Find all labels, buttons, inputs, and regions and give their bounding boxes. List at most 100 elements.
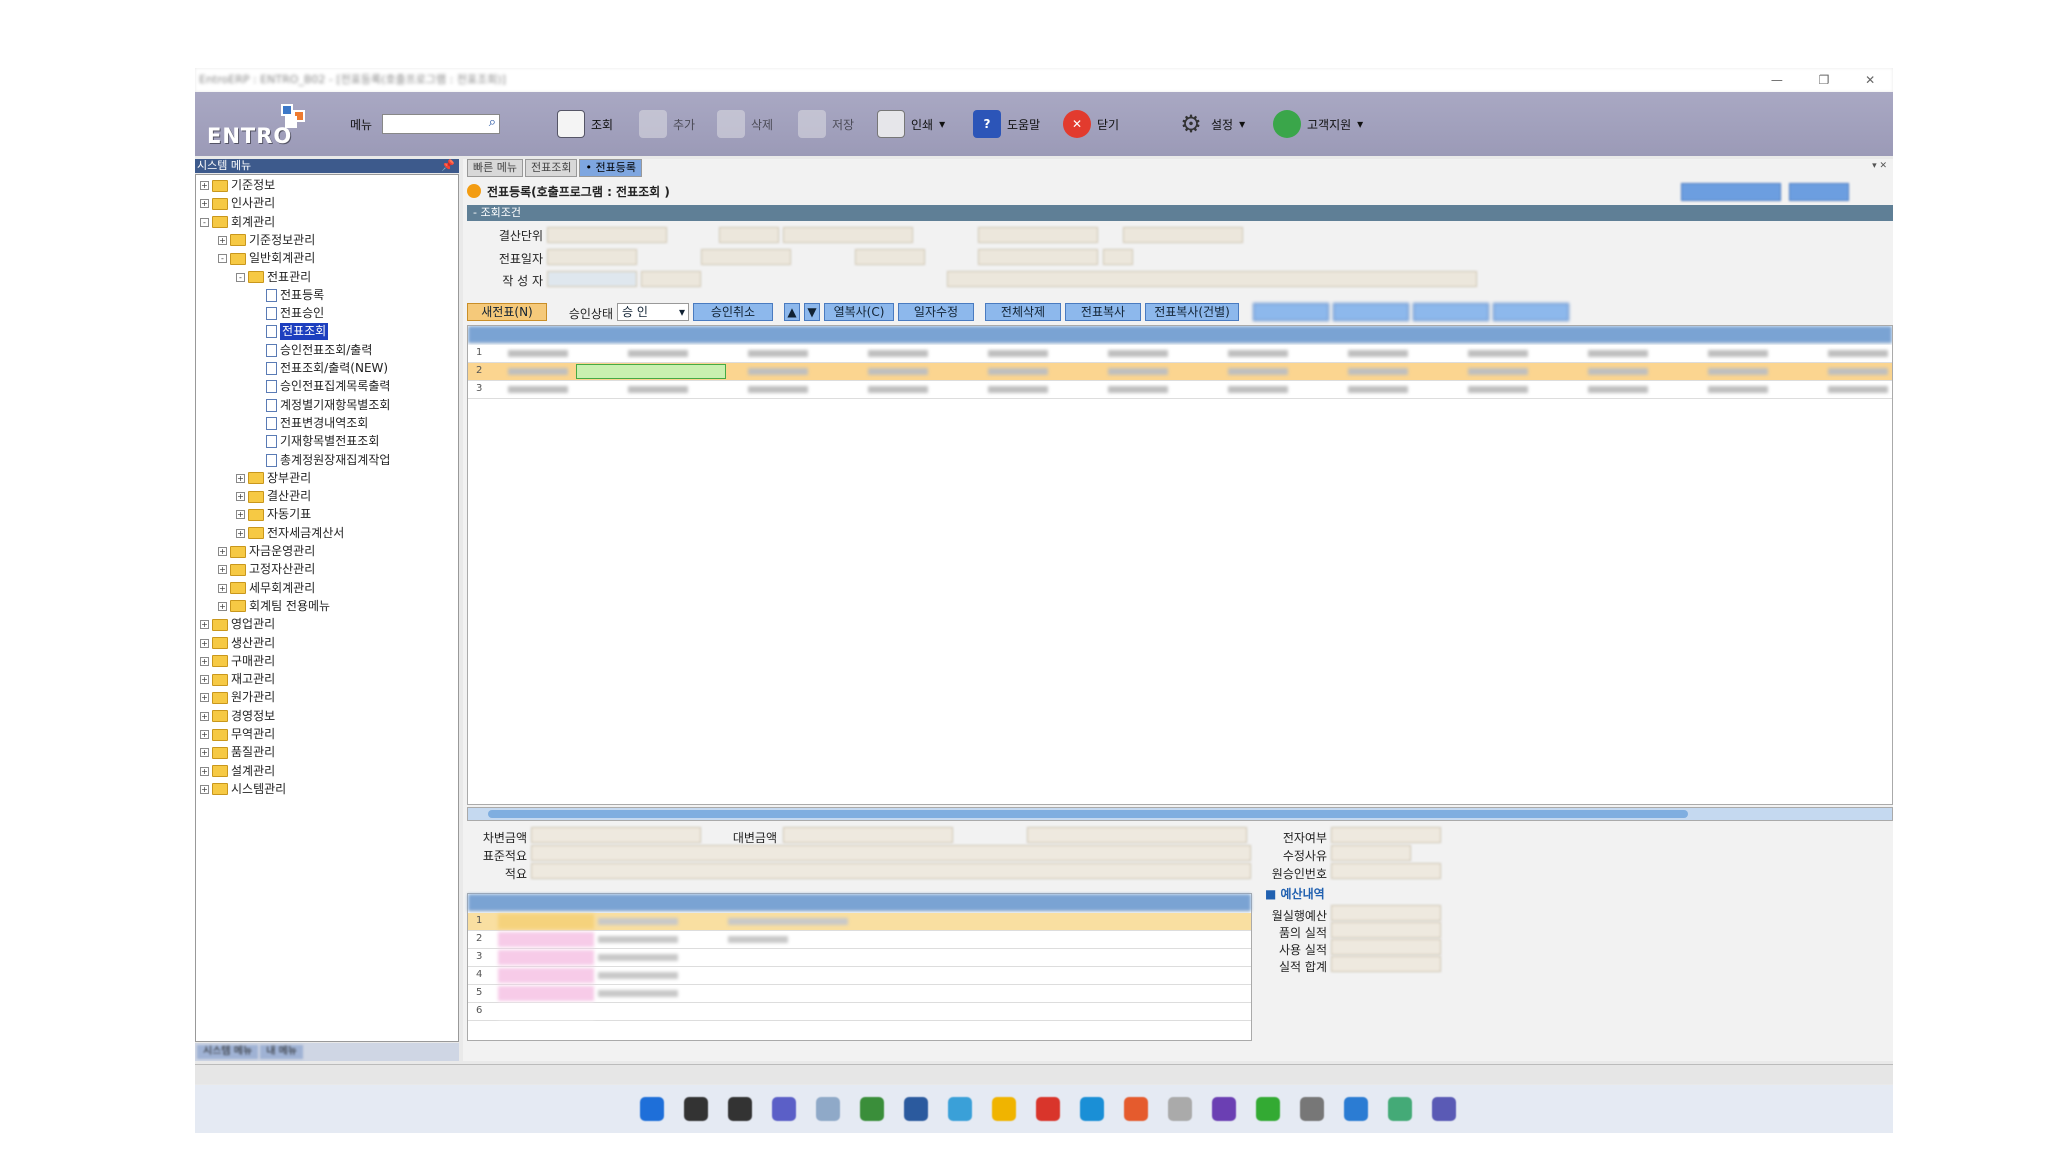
close-tab-icon[interactable]: ▾ ✕ <box>1872 161 1887 171</box>
expand-toggle-icon[interactable]: + <box>218 235 227 245</box>
extra-button-4[interactable] <box>1493 303 1569 321</box>
settings-button[interactable]: ⚙ 설정 ▾ <box>1177 104 1245 144</box>
taskbar-app-icon[interactable] <box>1256 1097 1280 1121</box>
expand-toggle-icon[interactable]: - <box>200 217 209 227</box>
sub-table-row[interactable]: 4 <box>468 967 1251 985</box>
support-button[interactable]: 고객지원 ▾ <box>1273 104 1363 144</box>
expand-toggle-icon[interactable]: + <box>200 748 209 758</box>
expand-toggle-icon[interactable]: + <box>200 784 209 794</box>
tree-item[interactable]: + 기준정보관리 <box>218 232 315 249</box>
menu-search-input[interactable]: ⌕ <box>382 114 500 134</box>
approval-no-input[interactable] <box>1103 249 1133 265</box>
edit-reason-select[interactable] <box>1331 845 1411 861</box>
approval-state-select[interactable]: 승 인 ▾ <box>617 303 689 321</box>
new-voucher-button[interactable]: 새전표(N) <box>467 303 547 321</box>
arrow-up-icon[interactable]: ▲ <box>784 303 800 321</box>
expand-toggle-icon[interactable]: + <box>200 766 209 776</box>
extra-button-2[interactable] <box>1333 303 1409 321</box>
approval-date-input[interactable] <box>978 249 1098 265</box>
active-cell[interactable] <box>576 364 726 379</box>
tree-item[interactable]: 전표등록 <box>254 287 324 304</box>
minimize-icon[interactable]: — <box>1771 68 1783 92</box>
taskbar-app-icon[interactable] <box>948 1097 972 1121</box>
scroll-thumb[interactable] <box>488 810 1688 818</box>
expand-toggle-icon[interactable]: - <box>218 254 227 264</box>
tree-item[interactable]: + 시스템관리 <box>200 781 286 798</box>
taskbar-app-icon[interactable] <box>1388 1097 1412 1121</box>
voucher-no-input[interactable] <box>701 249 791 265</box>
settle-unit-select[interactable] <box>547 227 667 243</box>
tree-item[interactable]: + 인사관리 <box>200 195 275 212</box>
expand-toggle-icon[interactable]: + <box>218 547 227 556</box>
expand-toggle-icon[interactable]: + <box>218 601 227 611</box>
taskbar-app-icon[interactable] <box>816 1097 840 1121</box>
expand-toggle-icon[interactable]: + <box>236 510 245 520</box>
tab-system-menu[interactable]: 시스템 메뉴 <box>197 1045 259 1059</box>
table-row[interactable]: 3 <box>468 381 1892 399</box>
delete-all-button[interactable]: 전체삭제 <box>985 303 1061 321</box>
std-summary-input[interactable] <box>531 845 1251 861</box>
tree-item[interactable]: + 영업관리 <box>200 616 275 633</box>
header-action-button-2[interactable] <box>1789 183 1849 201</box>
taskbar-app-icon[interactable] <box>860 1097 884 1121</box>
sub-table-row[interactable]: 5 <box>468 985 1251 1003</box>
taskbar-app-icon[interactable] <box>1432 1097 1456 1121</box>
add-button[interactable]: 추가 <box>639 104 695 144</box>
sub-table-row[interactable]: 6 <box>468 1003 1251 1021</box>
taskbar-app-icon[interactable] <box>684 1097 708 1121</box>
tree-item[interactable]: + 장부관리 <box>236 470 311 487</box>
tree-item[interactable]: 기재항목별전표조회 <box>254 433 379 450</box>
tree-item[interactable]: + 결산관리 <box>236 488 311 505</box>
tab-my-menu[interactable]: 내 메뉴 <box>260 1045 303 1059</box>
tree-item[interactable]: - 전표관리 <box>236 269 311 286</box>
search-icon[interactable]: ⌕ <box>489 115 496 130</box>
taskbar-app-icon[interactable] <box>1212 1097 1236 1121</box>
field-5[interactable] <box>1123 227 1243 243</box>
tree-item[interactable]: + 자동기표 <box>236 506 311 523</box>
field-2[interactable] <box>719 227 779 243</box>
column-copy-button[interactable]: 열복사(C) <box>824 303 894 321</box>
tree-item[interactable]: 전표변경내역조회 <box>254 415 368 432</box>
taskbar-app-icon[interactable] <box>1168 1097 1192 1121</box>
tab-quick-menu[interactable]: 빠른 메뉴 <box>467 159 523 177</box>
tree-item[interactable]: + 고정자산관리 <box>218 561 315 578</box>
taskbar-app-icon[interactable] <box>1036 1097 1060 1121</box>
tab-voucher-query[interactable]: 전표조회 <box>524 159 578 177</box>
extra-button-3[interactable] <box>1413 303 1489 321</box>
tree-item[interactable]: - 일반회계관리 <box>218 250 315 267</box>
taskbar-app-icon[interactable] <box>772 1097 796 1121</box>
taskbar-app-icon[interactable] <box>640 1097 664 1121</box>
expand-toggle-icon[interactable]: + <box>236 528 245 538</box>
tree-item[interactable]: + 회계팀 전용메뉴 <box>218 598 330 615</box>
tree-item[interactable]: 총계정원장재집계작업 <box>254 452 390 469</box>
table-row[interactable]: 2 <box>468 363 1892 381</box>
expand-toggle-icon[interactable]: + <box>200 181 209 190</box>
date-edit-button[interactable]: 일자수정 <box>898 303 974 321</box>
tree-item[interactable]: + 구매관리 <box>200 653 275 670</box>
voucher-date-input[interactable] <box>547 249 637 265</box>
tree-item[interactable]: + 설계관리 <box>200 763 275 780</box>
tree-item[interactable]: + 생산관리 <box>200 635 275 652</box>
tree-item[interactable]: + 품질관리 <box>200 744 275 761</box>
expand-toggle-icon[interactable]: + <box>218 565 227 575</box>
tree-item[interactable]: 전표조회 <box>254 323 329 341</box>
tree-item[interactable]: + 세무회계관리 <box>218 580 315 597</box>
tree-item[interactable]: + 경영정보 <box>200 708 275 725</box>
tree-item[interactable]: 계정별기재항목별조회 <box>254 397 390 414</box>
tree-item[interactable]: 승인전표집계목록출력 <box>254 378 390 395</box>
tree-item[interactable]: + 재고관리 <box>200 671 275 688</box>
tree-item[interactable]: + 자금운영관리 <box>218 543 315 560</box>
expand-toggle-icon[interactable]: + <box>200 199 209 209</box>
expand-toggle-icon[interactable]: + <box>200 656 209 666</box>
orig-approval-input[interactable] <box>1331 863 1441 879</box>
sub-table-row[interactable]: 1 <box>468 913 1251 931</box>
pin-icon[interactable]: 📌 <box>441 159 455 173</box>
close-window-icon[interactable]: ✕ <box>1865 68 1875 92</box>
copy-voucher-button[interactable]: 전표복사 <box>1065 303 1141 321</box>
sub-table-row[interactable]: 3 <box>468 949 1251 967</box>
tree-item[interactable]: - 회계관리 <box>200 214 275 231</box>
electronic-select[interactable] <box>1331 827 1441 843</box>
taskbar-app-icon[interactable] <box>992 1097 1016 1121</box>
tab-voucher-entry[interactable]: • 전표등록 <box>579 159 642 177</box>
extra-button-1[interactable] <box>1253 303 1329 321</box>
